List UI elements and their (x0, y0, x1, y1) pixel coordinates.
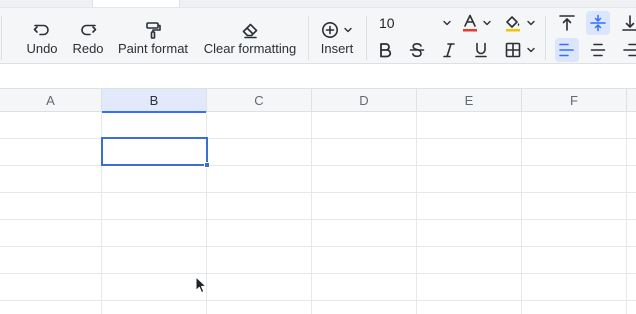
toolbar-separator (545, 16, 546, 60)
column-header-b[interactable]: B (102, 89, 207, 113)
gridline-horizontal (0, 192, 636, 193)
gridline-horizontal (0, 165, 636, 166)
redo-button[interactable]: Redo (68, 8, 108, 64)
undo-label: Undo (26, 41, 58, 56)
paint-format-icon (144, 8, 162, 41)
undo-icon (33, 8, 51, 41)
redo-label: Redo (72, 41, 104, 56)
active-tab[interactable] (92, 0, 180, 7)
font-color-icon (463, 14, 477, 32)
selected-cell[interactable] (101, 137, 208, 166)
mouse-pointer-icon (195, 276, 207, 299)
align-center-button[interactable] (586, 38, 610, 62)
toolbar-separator (308, 16, 309, 60)
chevron-down-icon[interactable] (441, 17, 453, 29)
plus-circle-icon (322, 22, 338, 38)
gridline-horizontal (0, 219, 636, 220)
redo-icon (79, 8, 97, 41)
chevron-down-icon[interactable] (525, 44, 537, 56)
column-header-a[interactable]: A (0, 89, 102, 112)
italic-button[interactable] (439, 40, 459, 60)
toolbar-separator (1, 16, 2, 60)
align-top-icon (559, 15, 575, 31)
align-left-button[interactable] (555, 38, 579, 62)
gridline-horizontal (0, 300, 636, 301)
spreadsheet-grid[interactable]: A B C D E F (0, 88, 636, 314)
toolbar-separator (366, 16, 367, 60)
align-bottom-icon (622, 15, 636, 31)
chevron-down-icon (344, 27, 352, 33)
clear-formatting-button[interactable]: Clear formatting (200, 8, 300, 64)
undo-button[interactable]: Undo (22, 8, 62, 64)
column-header-f[interactable]: F (522, 89, 627, 112)
column-header-c[interactable]: C (207, 89, 312, 112)
align-top-button[interactable] (555, 11, 579, 35)
toolbar: Undo Redo Paint format Clear formatting … (0, 7, 636, 64)
underline-button[interactable] (471, 40, 491, 60)
strikethrough-button[interactable] (407, 40, 427, 60)
borders-button[interactable] (503, 40, 523, 60)
bold-icon (380, 43, 392, 58)
align-bottom-button[interactable] (618, 11, 636, 35)
align-right-button[interactable] (618, 38, 636, 62)
clear-formatting-label: Clear formatting (203, 41, 297, 56)
align-right-icon (623, 43, 636, 57)
column-header-d[interactable]: D (312, 89, 417, 112)
gridline-horizontal (0, 138, 636, 139)
column-header-e[interactable]: E (417, 89, 522, 112)
borders-icon (505, 42, 521, 58)
fill-handle[interactable] (204, 162, 210, 168)
align-middle-button[interactable] (586, 11, 610, 35)
gridline-vertical (311, 112, 312, 314)
gridline-vertical (626, 112, 627, 314)
paint-bucket-icon (506, 16, 520, 32)
align-left-icon (559, 43, 574, 57)
tab-strip (0, 0, 636, 7)
font-color-button[interactable] (460, 13, 480, 35)
align-middle-icon (590, 14, 606, 32)
bold-button[interactable] (375, 40, 395, 60)
insert-label: Insert (320, 41, 354, 56)
gridline-horizontal (0, 246, 636, 247)
strikethrough-icon (409, 42, 425, 58)
gridline-vertical (416, 112, 417, 314)
font-size-value: 10 (379, 15, 395, 31)
column-header-row: A B C D E F (0, 88, 636, 113)
underline-icon (475, 42, 487, 58)
gridline-vertical (521, 112, 522, 314)
paint-format-button[interactable]: Paint format (114, 8, 192, 64)
insert-button[interactable]: Insert (314, 8, 360, 64)
paint-format-label: Paint format (117, 41, 189, 56)
gridline-horizontal (0, 273, 636, 274)
italic-icon (443, 43, 455, 58)
chevron-down-icon[interactable] (525, 17, 537, 29)
fill-color-button[interactable] (503, 13, 523, 35)
eraser-icon (241, 8, 259, 41)
align-center-icon (590, 43, 606, 57)
insert-icons (321, 8, 353, 41)
font-size-select[interactable]: 10 (379, 15, 395, 31)
chevron-down-icon[interactable] (481, 17, 493, 29)
